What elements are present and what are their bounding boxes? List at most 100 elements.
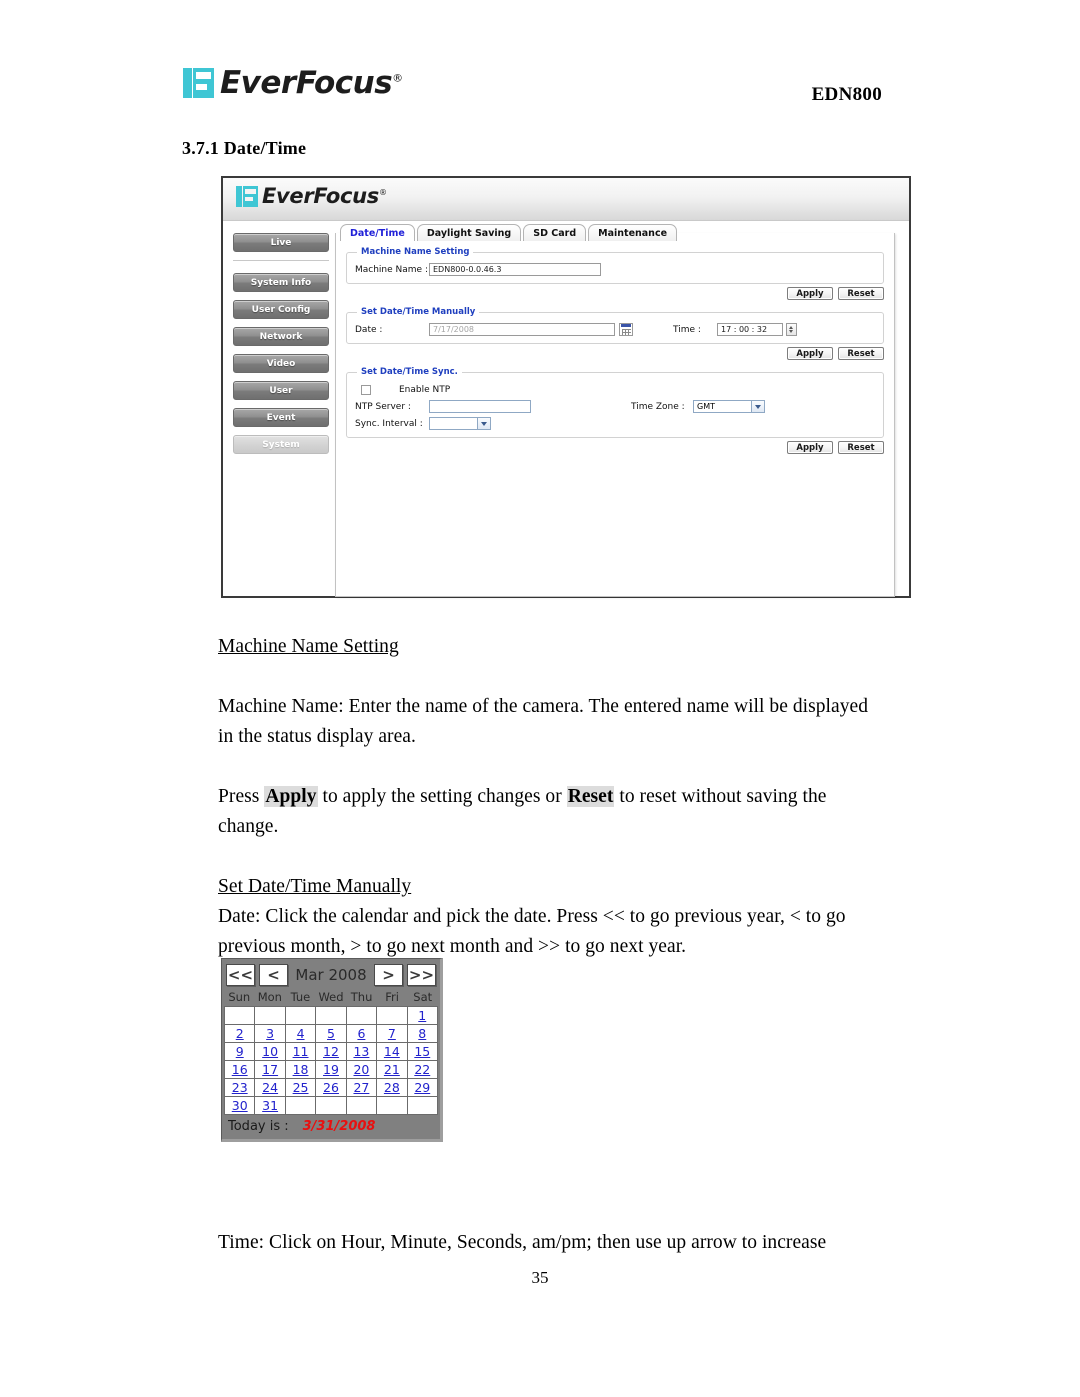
calendar-day-link[interactable]: 7: [388, 1026, 396, 1041]
calendar-day-link[interactable]: 16: [232, 1062, 248, 1077]
manual-reset-button[interactable]: Reset: [838, 347, 884, 360]
calendar-day-cell[interactable]: 22: [407, 1061, 438, 1079]
calendar-day-cell[interactable]: 4: [285, 1025, 317, 1043]
calendar-day-cell[interactable]: 13: [346, 1043, 378, 1061]
machine-name-reset-button[interactable]: Reset: [838, 287, 884, 300]
calendar-day-link[interactable]: 4: [297, 1026, 305, 1041]
calendar-day-cell[interactable]: 5: [316, 1025, 347, 1043]
calendar-day-link[interactable]: 10: [262, 1044, 278, 1059]
calendar-day-link[interactable]: 21: [384, 1062, 400, 1077]
time-input[interactable]: 17 : 00 : 32: [717, 323, 783, 336]
calendar-day-cell[interactable]: 30: [225, 1097, 256, 1115]
calendar-day-link[interactable]: 8: [418, 1026, 426, 1041]
calendar-day-cell[interactable]: 25: [285, 1079, 317, 1097]
calendar-day-cell[interactable]: 26: [316, 1079, 347, 1097]
calendar-day-cell[interactable]: 20: [346, 1061, 378, 1079]
calendar-day-cell[interactable]: 8: [407, 1025, 438, 1043]
next-month-button[interactable]: >: [374, 963, 403, 986]
calendar-day-cell[interactable]: 6: [346, 1025, 378, 1043]
calendar-day-link[interactable]: 28: [384, 1080, 400, 1095]
calendar-day-cell[interactable]: 18: [285, 1061, 317, 1079]
calendar-day-link[interactable]: 17: [262, 1062, 278, 1077]
machine-name-apply-button[interactable]: Apply: [787, 287, 833, 300]
calendar-day-link[interactable]: 12: [323, 1044, 339, 1059]
enable-ntp-checkbox[interactable]: [361, 384, 371, 395]
ntp-server-input[interactable]: [429, 400, 531, 413]
sidebar-item-system-info[interactable]: System Info: [233, 273, 329, 292]
calendar-day-cell[interactable]: 14: [377, 1043, 408, 1061]
date-input[interactable]: 7/17/2008: [429, 323, 615, 336]
tab-sd-card[interactable]: SD Card: [523, 224, 587, 241]
sidebar-item-user[interactable]: User: [233, 381, 329, 400]
calendar-day-link[interactable]: 25: [293, 1080, 309, 1095]
calendar-day-link[interactable]: 15: [414, 1044, 430, 1059]
sidebar-item-label: Video: [266, 358, 296, 369]
calendar-picker-icon[interactable]: [619, 323, 633, 336]
calendar-day-link[interactable]: 9: [236, 1044, 244, 1059]
tab-daylight-saving[interactable]: Daylight Saving: [416, 224, 522, 241]
calendar-day-cell[interactable]: 23: [225, 1079, 256, 1097]
tab-date-time[interactable]: Date/Time: [340, 224, 415, 241]
machine-name-setting-group: Machine Name Setting Machine Name : EDN8…: [346, 247, 884, 284]
calendar-day-cell[interactable]: 7: [377, 1025, 408, 1043]
calendar-day-link[interactable]: 23: [232, 1080, 248, 1095]
calendar-day-link[interactable]: 22: [414, 1062, 430, 1077]
calendar-day-link[interactable]: 26: [323, 1080, 339, 1095]
sidebar-item-event[interactable]: Event: [233, 408, 329, 427]
calendar-day-cell[interactable]: 10: [255, 1043, 286, 1061]
calendar-day-link[interactable]: 14: [384, 1044, 400, 1059]
sidebar-item-system[interactable]: System: [233, 435, 329, 454]
calendar-day-link[interactable]: 6: [357, 1026, 365, 1041]
calendar-day-cell[interactable]: 21: [377, 1061, 408, 1079]
calendar-day-link[interactable]: 11: [293, 1044, 309, 1059]
calendar-day-link[interactable]: 31: [262, 1098, 278, 1113]
sidebar-item-live[interactable]: Live: [233, 233, 329, 252]
calendar-day-link[interactable]: 18: [293, 1062, 309, 1077]
calendar-day-cell[interactable]: 31: [255, 1097, 286, 1115]
calendar-day-cell[interactable]: 2: [225, 1025, 256, 1043]
calendar-day-cell[interactable]: 3: [255, 1025, 286, 1043]
sidebar-item-network[interactable]: Network: [233, 327, 329, 346]
calendar-day-link[interactable]: 3: [266, 1026, 274, 1041]
calendar-day-cell[interactable]: 28: [377, 1079, 408, 1097]
calendar-day-link[interactable]: 1: [418, 1008, 426, 1023]
calendar-day-cell[interactable]: 29: [407, 1079, 438, 1097]
calendar-header: << < Mar 2008 > >>: [224, 961, 438, 988]
time-spinner[interactable]: [786, 323, 797, 336]
paragraph-machine-name: Machine Name: Enter the name of the came…: [218, 696, 869, 747]
calendar-day-cell[interactable]: 27: [346, 1079, 378, 1097]
sidebar-item-user-config[interactable]: User Config: [233, 300, 329, 319]
prev-month-button[interactable]: <: [259, 963, 288, 986]
calendar-day-cell[interactable]: 12: [316, 1043, 347, 1061]
machine-name-input[interactable]: EDN800-0.0.46.3: [429, 263, 601, 276]
set-date-time-sync-legend: Set Date/Time Sync.: [361, 367, 458, 377]
calendar-day-link[interactable]: 29: [414, 1080, 430, 1095]
calendar-day-cell[interactable]: 17: [255, 1061, 286, 1079]
calendar-day-cell[interactable]: 1: [407, 1007, 438, 1025]
sync-reset-button[interactable]: Reset: [838, 441, 884, 454]
time-zone-select[interactable]: GMT: [693, 400, 765, 413]
calendar-day-cell[interactable]: 9: [225, 1043, 256, 1061]
next-year-button[interactable]: >>: [407, 963, 436, 986]
calendar-day-link[interactable]: 30: [232, 1098, 248, 1113]
sync-apply-button[interactable]: Apply: [787, 441, 833, 454]
calendar-day-cell[interactable]: 15: [407, 1043, 438, 1061]
calendar-day-cell[interactable]: 11: [285, 1043, 317, 1061]
calendar-day-link[interactable]: 27: [353, 1080, 369, 1095]
calendar-day-link[interactable]: 5: [327, 1026, 335, 1041]
calendar-day-link[interactable]: 24: [262, 1080, 278, 1095]
calendar-day-link[interactable]: 2: [236, 1026, 244, 1041]
prev-year-button[interactable]: <<: [226, 963, 255, 986]
calendar-day-link[interactable]: 20: [353, 1062, 369, 1077]
manual-apply-button[interactable]: Apply: [787, 347, 833, 360]
everfocus-logo-icon: [182, 66, 216, 100]
calendar-day-link[interactable]: 13: [353, 1044, 369, 1059]
sidebar-item-video[interactable]: Video: [233, 354, 329, 373]
calendar-day-cell[interactable]: 16: [225, 1061, 256, 1079]
calendar-day-cell[interactable]: 24: [255, 1079, 286, 1097]
tab-maintenance[interactable]: Maintenance: [588, 224, 678, 241]
calendar-day-link[interactable]: 19: [323, 1062, 339, 1077]
calendar-day-cell[interactable]: 19: [316, 1061, 347, 1079]
sync-interval-select[interactable]: [429, 417, 491, 430]
ntp-server-label: NTP Server :: [355, 401, 411, 412]
